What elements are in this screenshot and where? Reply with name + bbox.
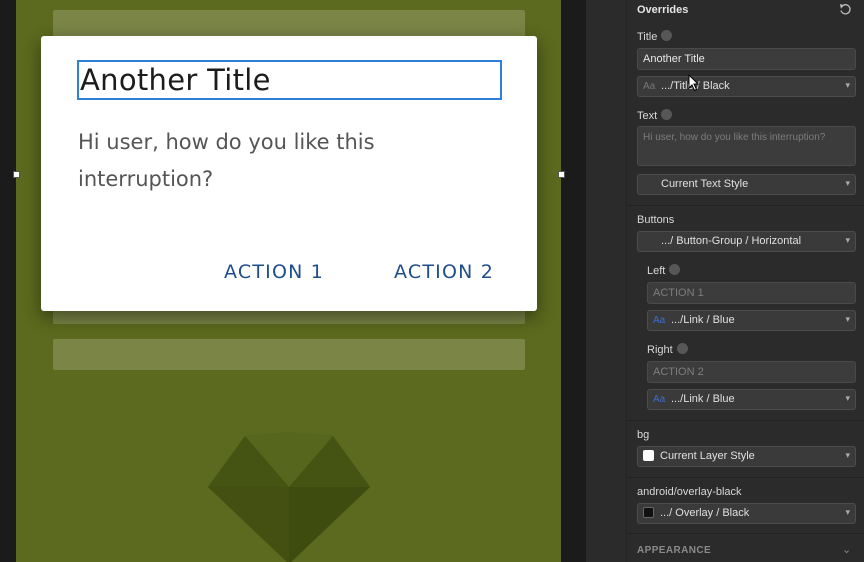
text-style-select[interactable]: Current Text Style ▾	[637, 174, 856, 195]
black-swatch-icon	[643, 507, 654, 518]
section-divider	[627, 477, 864, 478]
section-divider	[627, 205, 864, 206]
buttons-symbol-select[interactable]: .../ Button-Group / Horizontal ▾	[637, 231, 856, 252]
chevron-down-icon: ▾	[845, 507, 850, 517]
text-input[interactable]: Hi user, how do you like this interrupti…	[637, 126, 856, 166]
override-badge-icon	[669, 264, 681, 275]
resize-handle-left[interactable]	[13, 171, 20, 178]
text-style-icon: Aa	[653, 315, 666, 326]
title-label: Title	[637, 30, 673, 43]
section-divider	[627, 420, 864, 421]
title-style-select[interactable]: Aa .../Title / Black ▾	[637, 76, 856, 97]
app-root: Another Title Hi user, how do you like t…	[0, 0, 864, 562]
override-badge-icon	[661, 109, 673, 120]
chevron-down-icon: ▾	[845, 235, 850, 245]
text-style-icon: Aa	[643, 81, 656, 92]
overlay-style-select[interactable]: .../ Overlay / Black ▾	[637, 503, 856, 524]
chevron-down-icon: ▾	[845, 80, 850, 90]
overrides-header: Overrides	[637, 4, 689, 16]
buttons-label: Buttons	[637, 214, 675, 226]
right-label: Right	[647, 343, 688, 356]
appearance-section-header[interactable]: APPEARANCE	[637, 545, 711, 556]
resize-handle-right[interactable]	[558, 171, 565, 178]
bg-style-select[interactable]: Current Layer Style ▾	[637, 446, 856, 467]
right-style-value: .../Link / Blue	[671, 393, 735, 405]
action-1-button[interactable]: ACTION 1	[224, 261, 324, 283]
reset-icon[interactable]	[839, 3, 852, 16]
section-divider	[627, 533, 864, 534]
left-label: Left	[647, 264, 681, 277]
right-style-select[interactable]: Aa .../Link / Blue ▾	[647, 389, 856, 410]
bg-label: bg	[637, 429, 650, 441]
chevron-down-icon[interactable]: ⌄	[842, 543, 851, 556]
dialog-text[interactable]: Hi user, how do you like this interrupti…	[78, 124, 458, 198]
chevron-down-icon: ▾	[845, 178, 850, 188]
mouse-cursor-icon	[688, 74, 700, 92]
buttons-symbol-value: .../ Button-Group / Horizontal	[661, 235, 802, 247]
override-badge-icon	[661, 30, 673, 41]
text-style-value: Current Text Style	[661, 178, 749, 190]
dialog[interactable]: Another Title Hi user, how do you like t…	[41, 36, 537, 311]
background-bar	[53, 339, 525, 370]
text-label: Text	[637, 109, 673, 122]
action-2-button[interactable]: ACTION 2	[394, 261, 494, 283]
chevron-down-icon: ▾	[845, 393, 850, 403]
bg-style-value: Current Layer Style	[660, 450, 755, 462]
text-style-icon: Aa	[653, 394, 666, 405]
right-button-input[interactable]: ACTION 2	[647, 361, 856, 383]
canvas[interactable]: Another Title Hi user, how do you like t…	[0, 0, 586, 562]
left-button-input[interactable]: ACTION 1	[647, 282, 856, 304]
white-swatch-icon	[643, 450, 654, 461]
dialog-title[interactable]: Another Title	[77, 60, 502, 100]
overlay-style-value: .../ Overlay / Black	[660, 507, 750, 519]
chevron-down-icon: ▾	[845, 450, 850, 460]
chevron-down-icon: ▾	[845, 314, 850, 324]
left-style-select[interactable]: Aa .../Link / Blue ▾	[647, 310, 856, 331]
title-input[interactable]: Another Title	[637, 48, 856, 70]
left-style-value: .../Link / Blue	[671, 314, 735, 326]
override-badge-icon	[676, 343, 688, 354]
sketch-diamond-icon	[208, 432, 370, 562]
overlay-label: android/overlay-black	[637, 486, 742, 498]
